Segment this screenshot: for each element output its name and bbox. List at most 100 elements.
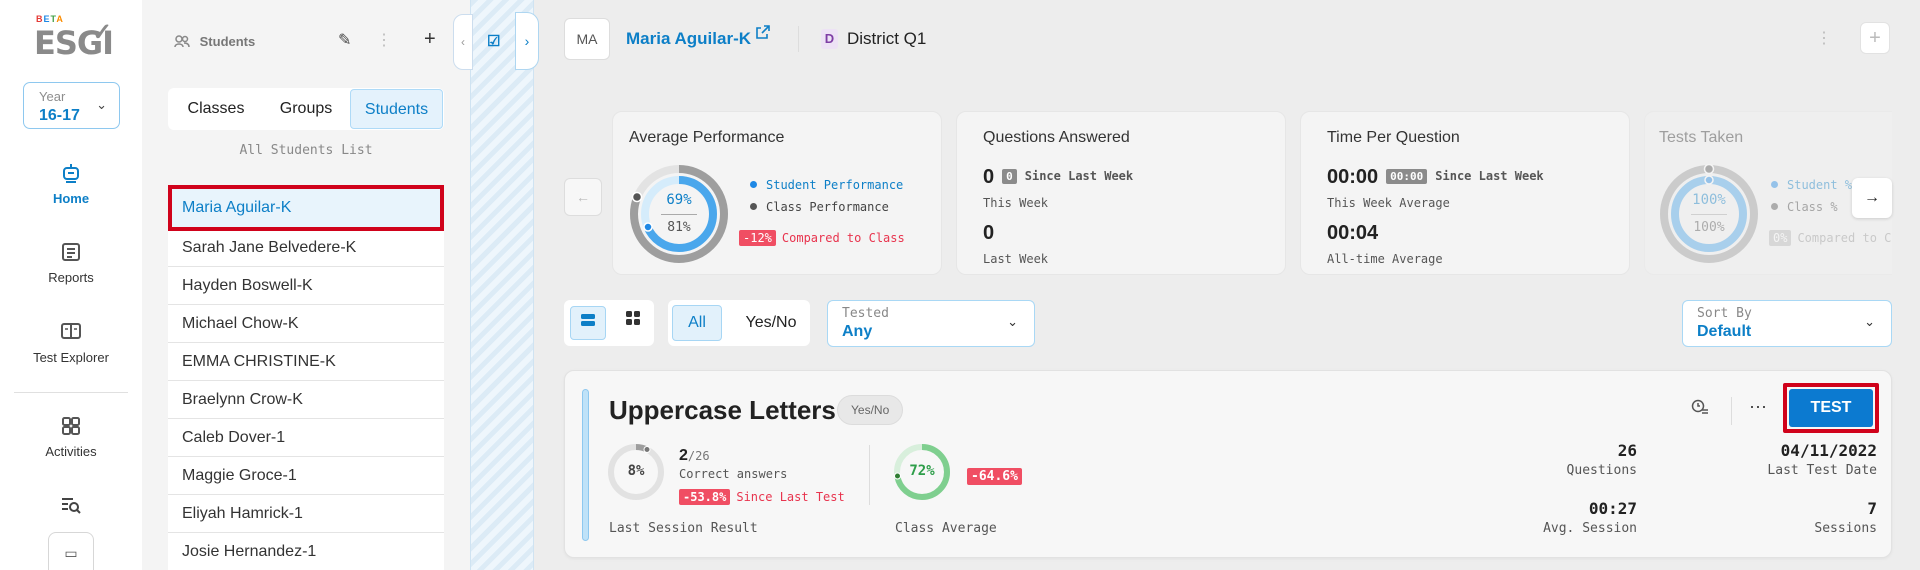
more-horizontal-icon[interactable]: ⋯ (1749, 397, 1767, 418)
list-view-button[interactable] (570, 306, 606, 340)
sessions-label: Sessions (1814, 521, 1877, 536)
list-item[interactable]: Maggie Groce-1 (168, 457, 444, 495)
last-test-date-label: Last Test Date (1767, 463, 1877, 478)
sessions-stat: 7 Sessions (1814, 499, 1877, 536)
time-this-week-value: 00:00 (1327, 166, 1379, 188)
monitor-icon: ▭ (64, 545, 78, 561)
nav-label-test-explorer: Test Explorer (33, 350, 109, 365)
last-session-value: 8% (627, 463, 645, 479)
stats-next-button[interactable]: → (1852, 178, 1892, 218)
questions-stat: 26 Questions (1567, 441, 1637, 478)
student-header: MA Maria Aguilar-K D District Q1 ⋮ + (534, 0, 1920, 78)
since-last-text: Since Last Test (736, 490, 845, 504)
external-link-icon[interactable] (756, 25, 770, 42)
class-performance-value: 81% (667, 220, 691, 235)
nav-label-activities: Activities (45, 444, 97, 459)
donut-divider (661, 214, 697, 215)
collapse-panel-button[interactable]: ‹ (453, 14, 473, 70)
legend-dot (750, 181, 757, 188)
nav-item-home[interactable]: Home (0, 163, 142, 206)
panel-header-label: Students (199, 34, 256, 49)
tab-students[interactable]: Students (350, 89, 443, 129)
legend-student: Student Performance (750, 178, 903, 192)
list-item[interactable]: Caleb Dover-1 (168, 419, 444, 457)
nav-item-test-explorer[interactable]: Test Explorer (0, 322, 142, 365)
list-item[interactable]: Michael Chow-K (168, 305, 444, 343)
filter-yesno-button[interactable]: Yes/No (736, 305, 806, 341)
esgi-logo[interactable]: BETA ESGI ✓ (34, 12, 120, 62)
last-session-ring: 8% (607, 443, 665, 501)
tab-classes[interactable]: Classes (168, 89, 264, 129)
screen-button[interactable]: ▭ (48, 532, 94, 570)
year-label: Year (39, 89, 66, 104)
grid-view-button[interactable] (616, 306, 650, 340)
chevron-down-icon: ⌄ (1864, 314, 1875, 329)
card-title: Tests Taken (1659, 129, 1744, 146)
filter-all-button[interactable]: All (672, 305, 722, 341)
group-tabs: Classes Groups Students (168, 88, 444, 130)
student-performance-value: 69% (666, 192, 692, 208)
legend-dot (1771, 203, 1778, 210)
all-time-label: All-time Average (1327, 252, 1443, 266)
list-item[interactable]: Braelynn Crow-K (168, 381, 444, 419)
arrow-left-icon: ← (576, 189, 590, 205)
delta-badge: -12% (739, 230, 776, 246)
time-this-week-label: This Week Average (1327, 196, 1450, 210)
year-selector[interactable]: Year 16-17 ⌄ (23, 82, 120, 129)
test-explorer-icon (0, 322, 142, 346)
list-title: All Students List (239, 143, 373, 158)
chevron-down-icon: ⌄ (1007, 314, 1018, 329)
avg-session-stat: 00:27 Avg. Session (1543, 499, 1637, 536)
main-navigation: BETA ESGI ✓ Year 16-17 ⌄ Home Reports Te… (0, 0, 142, 570)
history-icon[interactable] (1691, 399, 1709, 420)
list-item[interactable]: Sarah Jane Belvedere-K (168, 229, 444, 267)
list-item[interactable]: Eliyah Hamrick-1 (168, 495, 444, 533)
student-name-link[interactable]: Maria Aguilar-K (626, 29, 751, 49)
edit-icon[interactable]: ✎ (338, 30, 351, 50)
test-title[interactable]: Uppercase Letters (609, 395, 836, 426)
nav-item-reports[interactable]: Reports (0, 242, 142, 285)
card-title: Questions Answered (983, 129, 1130, 146)
sort-label: Sort By (1697, 306, 1752, 321)
test-button[interactable]: TEST (1789, 389, 1873, 427)
tab-groups[interactable]: Groups (264, 89, 348, 129)
list-item[interactable]: Josie Hernandez-1 (168, 533, 444, 570)
nav-label-reports: Reports (48, 270, 94, 285)
search-list-icon (0, 496, 142, 520)
nav-item-search[interactable] (0, 496, 142, 520)
sort-value: Default (1697, 323, 1752, 340)
sort-dropdown[interactable]: Sort By Default ⌄ (1682, 300, 1892, 347)
more-vertical-icon[interactable]: ⋮ (376, 30, 392, 50)
tested-dropdown[interactable]: Tested Any ⌄ (827, 300, 1035, 347)
beta-label: BETA (36, 14, 64, 24)
list-item-selected[interactable]: Maria Aguilar-K (168, 185, 444, 231)
checklist-icon[interactable]: ☑ (487, 32, 500, 50)
nav-label-home: Home (52, 191, 90, 206)
more-vertical-icon[interactable]: ⋮ (1816, 28, 1832, 48)
questions-label: Questions (1566, 463, 1637, 478)
students-panel: Students ✎ ⋮ + Classes Groups Students A… (142, 0, 470, 570)
activities-icon (0, 416, 142, 440)
add-icon[interactable]: + (424, 28, 436, 51)
correct-count: 2 (679, 447, 688, 464)
since-badge: 00:00 (1386, 169, 1428, 184)
since-text: Since Last Week (1024, 169, 1134, 183)
chevron-right-icon: › (524, 33, 530, 49)
avatar[interactable]: MA (564, 18, 610, 60)
card-accent-bar (582, 389, 589, 541)
list-item[interactable]: Hayden Boswell-K (168, 267, 444, 305)
district-badge: D (821, 29, 838, 49)
class-average-label: Class Average (895, 521, 997, 536)
card-divider (1731, 397, 1732, 425)
arrow-right-icon: → (1864, 189, 1880, 206)
since-last-badge: -53.8% (679, 489, 731, 505)
home-icon (0, 163, 142, 187)
stats-prev-button[interactable]: ← (564, 178, 602, 216)
list-item[interactable]: EMMA CHRISTINE-K (168, 343, 444, 381)
last-week-label: Last Week (983, 252, 1049, 266)
last-week-value: 0 (983, 222, 995, 244)
tests-student-value: 100% (1692, 192, 1726, 208)
nav-item-activities[interactable]: Activities (0, 416, 142, 459)
add-button[interactable]: + (1860, 22, 1890, 54)
student-list: Maria Aguilar-K Sarah Jane Belvedere-K H… (168, 185, 444, 570)
